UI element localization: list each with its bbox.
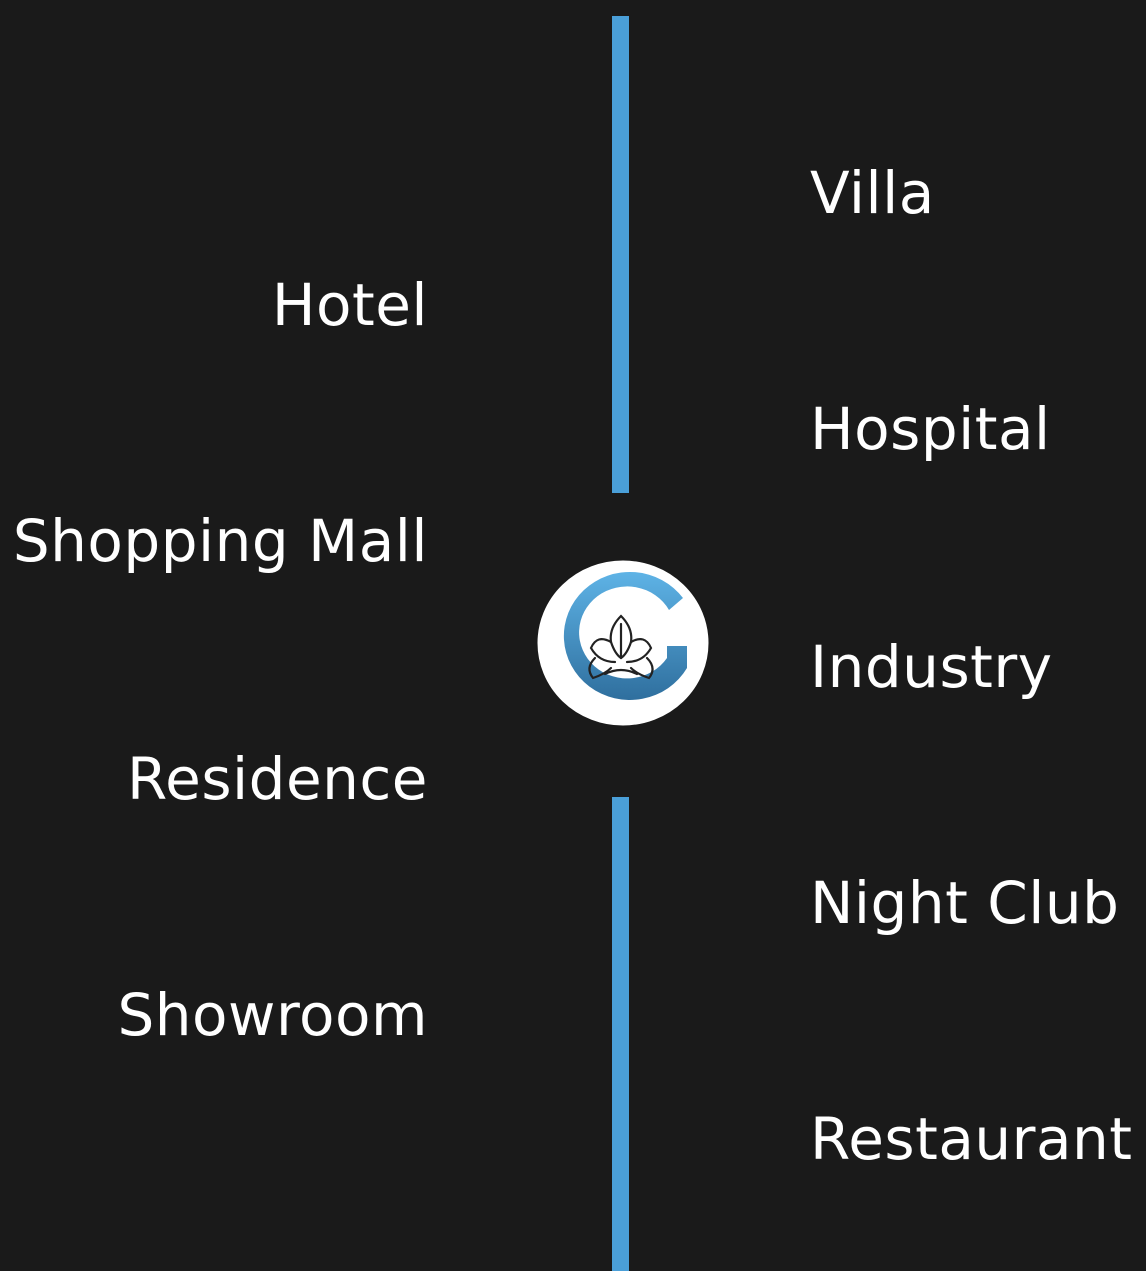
- menu-item-hotel[interactable]: Hotel: [272, 276, 428, 334]
- divider-bar-bottom: [612, 797, 629, 1271]
- menu-item-hospital[interactable]: Hospital: [810, 400, 1051, 458]
- menu-item-restaurant[interactable]: Restaurant: [810, 1110, 1133, 1168]
- venue-types-panel: Hotel Shopping Mall Residence Showroom V…: [0, 0, 1146, 1271]
- menu-item-industry[interactable]: Industry: [810, 638, 1053, 696]
- menu-item-shopping-mall[interactable]: Shopping Mall: [13, 512, 428, 570]
- menu-item-residence[interactable]: Residence: [127, 750, 428, 808]
- menu-item-villa[interactable]: Villa: [810, 164, 935, 222]
- g-lotus-logo-icon[interactable]: [535, 558, 711, 728]
- divider-bar-top: [612, 16, 629, 493]
- menu-item-night-club[interactable]: Night Club: [810, 874, 1119, 932]
- menu-item-showroom[interactable]: Showroom: [117, 986, 428, 1044]
